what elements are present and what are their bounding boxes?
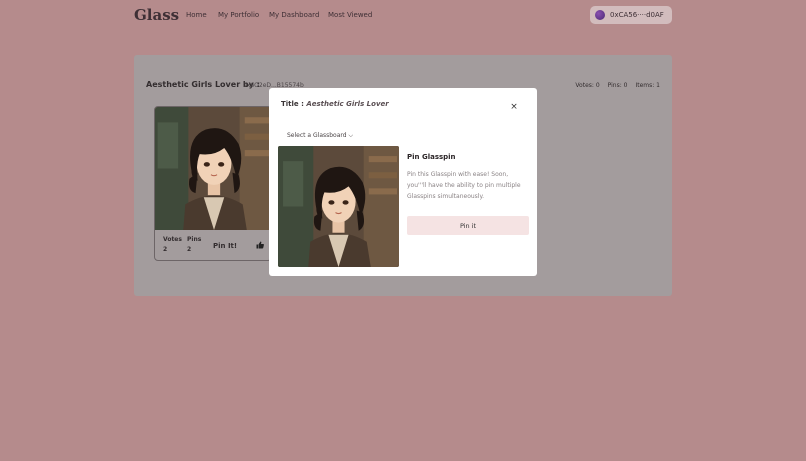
pin-glasspin-description: Pin this Glasspin with ease! Soon, you''… (407, 171, 521, 200)
wallet-avatar-icon (595, 10, 605, 20)
modal-title-value: Aesthetic Girls Lover (306, 100, 389, 108)
pin-glasspin-heading: Pin Glasspin (407, 153, 456, 161)
modal-title: Title : Aesthetic Girls Lover (281, 100, 389, 108)
card-votes-value: 2 (163, 246, 168, 253)
card-footer: Votes 2 Pins 2 Pin It! (155, 231, 271, 260)
modal-title-label: Title : (281, 100, 307, 108)
card-votes: Votes 2 (163, 236, 182, 253)
card-pins-value: 2 (187, 246, 192, 253)
wallet-address: 0xCA56····d0AF (610, 11, 664, 19)
board-pins: Pins: 0 (607, 82, 628, 89)
board-stats: Votes: 0 Pins: 0 Items: 1 (575, 82, 660, 89)
app-logo[interactable]: Glass (134, 6, 179, 24)
pin-it-button[interactable]: Pin It! (213, 242, 237, 250)
modal-glasspin-image (278, 146, 399, 267)
nav-home[interactable]: Home (186, 11, 207, 19)
glasspin-card[interactable]: Votes 2 Pins 2 Pin It! (154, 106, 272, 261)
glasspin-image[interactable] (155, 107, 272, 230)
close-icon[interactable]: × (509, 102, 519, 112)
select-glassboard-dropdown[interactable]: Select a Glassboard ⌵ (287, 132, 353, 140)
nav-my-portfolio[interactable]: My Portfolio (218, 11, 259, 19)
top-nav: Glass Home My Portfolio My Dashboard Mos… (0, 0, 806, 32)
wallet-button[interactable]: 0xCA56····d0AF (590, 6, 672, 24)
nav-most-viewed[interactable]: Most Viewed (328, 11, 372, 19)
board-items: Items: 1 (635, 82, 660, 89)
board-votes: Votes: 0 (575, 82, 600, 89)
pin-glasspin-modal: Title : Aesthetic Girls Lover × Select a… (269, 88, 537, 276)
card-votes-label: Votes (163, 236, 182, 243)
card-pins: Pins 2 (187, 236, 201, 253)
nav-my-dashboard[interactable]: My Dashboard (269, 11, 319, 19)
pin-it-submit-button[interactable]: Pin it (407, 216, 529, 235)
thumbs-up-icon[interactable] (256, 241, 264, 251)
card-pins-label: Pins (187, 236, 202, 243)
